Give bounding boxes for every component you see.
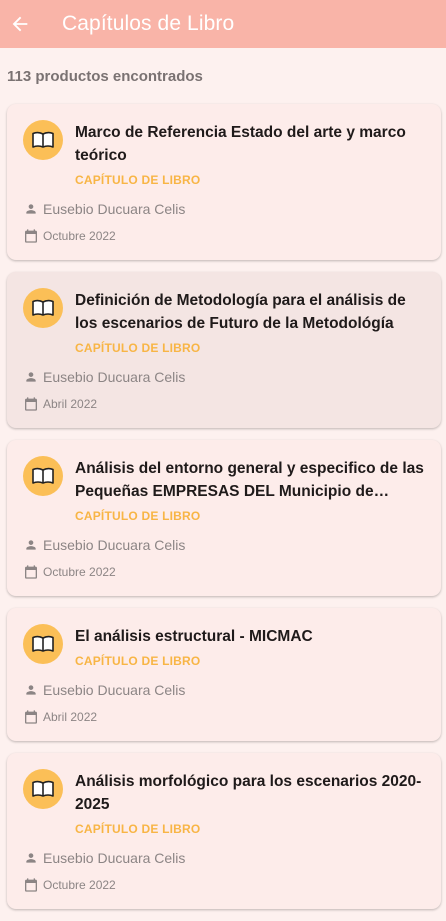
back-button[interactable] — [0, 4, 40, 44]
book-icon — [32, 467, 54, 484]
item-title: El análisis estructural - MICMAC — [75, 628, 313, 645]
calendar-icon — [23, 877, 39, 893]
calendar-icon — [23, 709, 39, 725]
date-text: Octubre 2022 — [43, 229, 116, 243]
page-title: Capítulos de Libro — [62, 12, 235, 35]
product-card[interactable]: Marco de Referencia Estado del arte y ma… — [7, 104, 441, 260]
item-author: Eusebio Ducuara Celis — [23, 850, 185, 866]
item-date: Abril 2022 — [23, 396, 97, 412]
item-title: Definición de Metodología para el anális… — [75, 292, 406, 332]
date-text: Abril 2022 — [43, 710, 98, 724]
author-name: Eusebio Ducuara Celis — [43, 682, 186, 698]
item-title: Marco de Referencia Estado del arte y ma… — [75, 124, 406, 164]
product-card[interactable]: El análisis estructural - MICMAC CAPÍTUL… — [7, 608, 441, 741]
item-type: CAPÍTULO DE LIBRO — [75, 173, 201, 187]
book-avatar — [23, 120, 63, 160]
product-card[interactable]: Definición de Metodología para el anális… — [7, 272, 441, 428]
date-text: Octubre 2022 — [43, 878, 116, 892]
item-author: Eusebio Ducuara Celis — [23, 682, 185, 698]
book-avatar — [23, 288, 63, 328]
calendar-icon — [23, 564, 39, 580]
item-type: CAPÍTULO DE LIBRO — [75, 509, 201, 523]
item-author: Eusebio Ducuara Celis — [23, 537, 185, 553]
item-title: Análisis del entorno general y especific… — [75, 460, 424, 500]
item-date: Octubre 2022 — [23, 228, 116, 244]
item-date: Abril 2022 — [23, 709, 97, 725]
book-icon — [32, 635, 54, 652]
book-icon — [32, 299, 54, 316]
book-icon — [32, 780, 54, 797]
item-date: Octubre 2022 — [23, 564, 116, 580]
item-type: CAPÍTULO DE LIBRO — [75, 654, 201, 668]
item-type: CAPÍTULO DE LIBRO — [75, 341, 201, 355]
app-bar: Capítulos de Libro — [0, 0, 446, 48]
book-icon — [32, 131, 54, 148]
author-name: Eusebio Ducuara Celis — [43, 201, 186, 217]
item-type: CAPÍTULO DE LIBRO — [75, 822, 201, 836]
book-avatar — [23, 769, 63, 809]
item-date: Octubre 2022 — [23, 877, 116, 893]
date-text: Octubre 2022 — [43, 565, 116, 579]
person-icon — [23, 369, 39, 385]
calendar-icon — [23, 228, 39, 244]
arrow-back-icon — [12, 16, 28, 32]
author-name: Eusebio Ducuara Celis — [43, 850, 186, 866]
product-list: Marco de Referencia Estado del arte y ma… — [7, 104, 441, 921]
item-title: Análisis morfológico para los escenarios… — [75, 773, 422, 813]
date-text: Abril 2022 — [43, 397, 98, 411]
item-author: Eusebio Ducuara Celis — [23, 201, 185, 217]
book-avatar — [23, 624, 63, 664]
calendar-icon — [23, 396, 39, 412]
person-icon — [23, 850, 39, 866]
item-author: Eusebio Ducuara Celis — [23, 369, 185, 385]
author-name: Eusebio Ducuara Celis — [43, 537, 186, 553]
author-name: Eusebio Ducuara Celis — [43, 369, 186, 385]
person-icon — [23, 201, 39, 217]
product-card[interactable]: Análisis del entorno general y especific… — [7, 440, 441, 596]
person-icon — [23, 537, 39, 553]
results-count: 113 productos encontrados — [7, 68, 203, 85]
person-icon — [23, 682, 39, 698]
book-avatar — [23, 456, 63, 496]
product-card[interactable]: Análisis morfológico para los escenarios… — [7, 753, 441, 909]
